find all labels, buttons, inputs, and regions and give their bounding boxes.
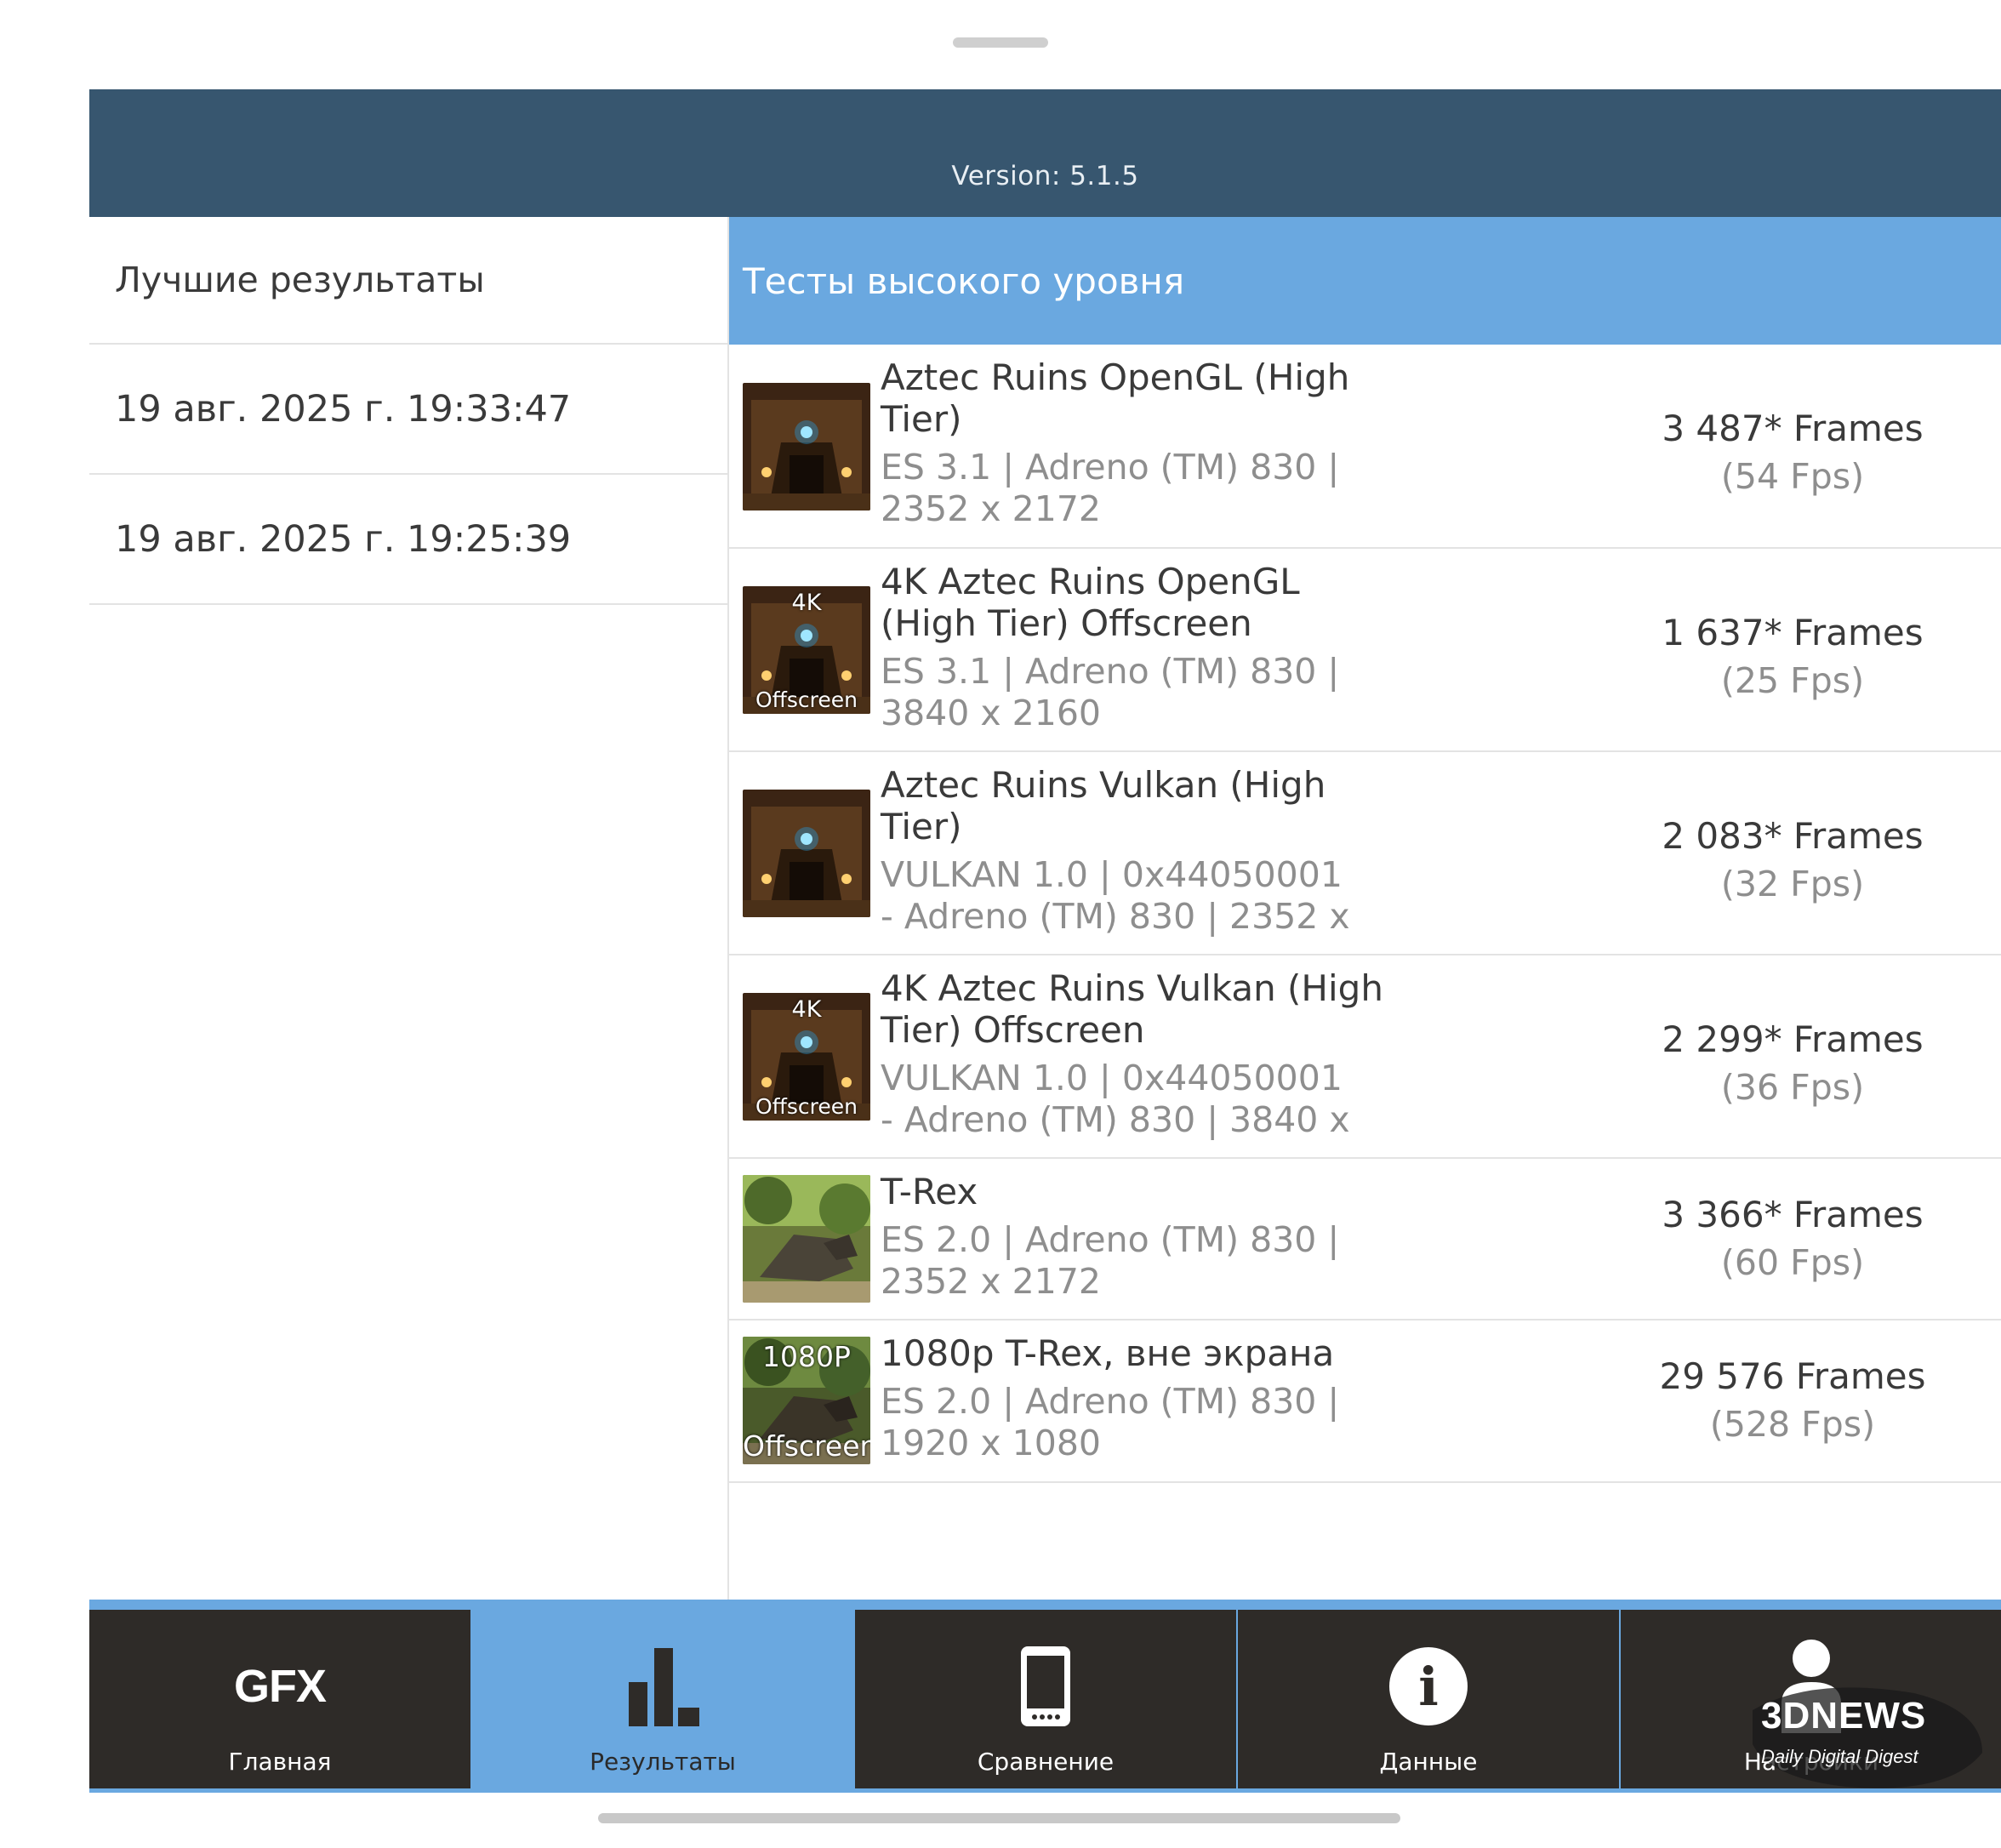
test-info: 1080p T-Rex, вне экрана ES 2.0 | Adreno … bbox=[881, 1332, 1408, 1464]
test-name: Aztec Ruins OpenGL (High Tier) bbox=[881, 356, 1350, 440]
aztec-thumbnail-icon bbox=[743, 383, 870, 510]
bar-chart-icon bbox=[472, 1644, 853, 1729]
test-detail: ES 3.1 | Adreno (TM) 830 | 3840 x 2160 bbox=[881, 651, 1340, 733]
score-fps: (528 Fps) bbox=[1709, 1404, 1876, 1445]
nav-label: Сравнение bbox=[977, 1748, 1115, 1776]
test-score: 3 487* Frames (54 Fps) bbox=[1584, 404, 2001, 501]
score-frames: 1 637* Frames bbox=[1662, 612, 1924, 653]
score-fps: (60 Fps) bbox=[1720, 1242, 1865, 1283]
test-info: T-Rex ES 2.0 | Adreno (TM) 830 | 2352 x … bbox=[881, 1171, 1408, 1303]
test-score: 3 366* Frames (60 Fps) bbox=[1584, 1190, 2001, 1287]
result-session-item[interactable]: 19 авг. 2025 г. 19:33:47 bbox=[89, 345, 727, 475]
high-level-tests-header: Тесты высокого уровня bbox=[729, 217, 2001, 345]
test-name: 4K Aztec Ruins Vulkan (High Tier) Offscr… bbox=[881, 967, 1383, 1051]
test-info: Aztec Ruins Vulkan (High Tier) VULKAN 1.… bbox=[881, 764, 1408, 938]
test-score: 29 576 Frames (528 Fps) bbox=[1584, 1352, 2001, 1449]
bottom-home-indicator[interactable] bbox=[598, 1813, 1400, 1823]
test-detail: VULKAN 1.0 | 0x44050001 - Adreno (TM) 83… bbox=[881, 1058, 1350, 1140]
aztec-thumbnail-icon bbox=[743, 790, 870, 917]
score-frames: 3 487* Frames bbox=[1662, 408, 1924, 449]
score-frames: 3 366* Frames bbox=[1662, 1194, 1924, 1235]
nav-label: Главная bbox=[228, 1748, 332, 1776]
trex-offscreen-thumbnail-icon: 1080P Offscreen bbox=[743, 1337, 870, 1464]
score-fps: (25 Fps) bbox=[1720, 660, 1865, 701]
watermark-brand: 3DNEWS bbox=[1761, 1695, 1927, 1737]
nav-results[interactable]: Результаты bbox=[472, 1610, 853, 1788]
thumbnail-badge-top: 4K bbox=[791, 996, 822, 1023]
gfx-logo-icon: GFX bbox=[233, 1661, 327, 1712]
test-row-aztec-vulkan[interactable]: Aztec Ruins Vulkan (High Tier) VULKAN 1.… bbox=[729, 752, 2001, 955]
test-detail: ES 2.0 | Adreno (TM) 830 | 1920 x 1080 bbox=[881, 1381, 1340, 1463]
nav-home[interactable]: GFX Главная bbox=[89, 1610, 470, 1788]
score-fps: (54 Fps) bbox=[1720, 456, 1865, 497]
score-fps: (32 Fps) bbox=[1720, 864, 1865, 904]
score-frames: 2 083* Frames bbox=[1662, 815, 1924, 857]
nav-label: Данные bbox=[1379, 1748, 1478, 1776]
test-name: T-Rex bbox=[881, 1171, 978, 1212]
test-row-1080p-trex-offscreen[interactable]: 1080P Offscreen 1080p T-Rex, вне экрана … bbox=[729, 1320, 2001, 1483]
aztec-offscreen-thumbnail-icon: 4K Offscreen bbox=[743, 586, 870, 714]
result-session-item[interactable]: 19 авг. 2025 г. 19:25:39 bbox=[89, 475, 727, 605]
test-info: Aztec Ruins OpenGL (High Tier) ES 3.1 | … bbox=[881, 356, 1408, 530]
nav-label: Результаты bbox=[590, 1748, 736, 1776]
watermark-tagline: Daily Digital Digest bbox=[1761, 1746, 1918, 1767]
best-results-header[interactable]: Лучшие результаты bbox=[89, 217, 727, 345]
right-panel: Тесты высокого уровня Aztec Ruins OpenGL… bbox=[729, 217, 2001, 1689]
test-row-4k-aztec-opengl-offscreen[interactable]: 4K Offscreen 4K Aztec Ruins OpenGL (High… bbox=[729, 549, 2001, 752]
thumbnail-badge-bottom: Offscreen bbox=[743, 1429, 870, 1463]
test-row-aztec-opengl[interactable]: Aztec Ruins OpenGL (High Tier) ES 3.1 | … bbox=[729, 345, 2001, 549]
watermark-logo: 3DNEWS Daily Digital Digest bbox=[1744, 1676, 1991, 1804]
phone-icon bbox=[855, 1644, 1236, 1729]
test-detail: VULKAN 1.0 | 0x44050001 - Adreno (TM) 83… bbox=[881, 854, 1350, 937]
score-fps: (36 Fps) bbox=[1720, 1067, 1865, 1108]
app-window: Version: 5.1.5 Лучшие результаты 19 авг.… bbox=[89, 89, 2001, 1793]
test-row-4k-aztec-vulkan-offscreen[interactable]: 4K Offscreen 4K Aztec Ruins Vulkan (High… bbox=[729, 955, 2001, 1159]
test-name: 4K Aztec Ruins OpenGL (High Tier) Offscr… bbox=[881, 561, 1300, 644]
test-info: 4K Aztec Ruins OpenGL (High Tier) Offscr… bbox=[881, 561, 1408, 734]
top-drag-handle[interactable] bbox=[953, 37, 1048, 48]
svg-text:i: i bbox=[1418, 1656, 1439, 1718]
test-score: 1 637* Frames (25 Fps) bbox=[1584, 608, 2001, 705]
thumbnail-badge-top: 1080P bbox=[762, 1340, 851, 1373]
thumbnail-badge-bottom: Offscreen bbox=[755, 687, 858, 712]
test-name: 1080p T-Rex, вне экрана bbox=[881, 1332, 1335, 1374]
info-icon: i bbox=[1238, 1644, 1619, 1729]
score-frames: 29 576 Frames bbox=[1659, 1355, 1926, 1397]
thumbnail-badge-top: 4K bbox=[791, 590, 822, 616]
test-info: 4K Aztec Ruins Vulkan (High Tier) Offscr… bbox=[881, 967, 1408, 1141]
bottom-nav: GFX Главная Результаты Сравнение i Данны… bbox=[89, 1600, 2001, 1793]
nav-compare[interactable]: Сравнение bbox=[855, 1610, 1236, 1788]
trex-thumbnail-icon bbox=[743, 1175, 870, 1303]
aztec-offscreen-thumbnail-icon: 4K Offscreen bbox=[743, 993, 870, 1121]
left-panel: Лучшие результаты 19 авг. 2025 г. 19:33:… bbox=[89, 217, 729, 1689]
test-name: Aztec Ruins Vulkan (High Tier) bbox=[881, 764, 1326, 847]
test-score: 2 299* Frames (36 Fps) bbox=[1584, 1015, 2001, 1112]
test-detail: ES 3.1 | Adreno (TM) 830 | 2352 x 2172 bbox=[881, 447, 1340, 529]
test-detail: ES 2.0 | Adreno (TM) 830 | 2352 x 2172 bbox=[881, 1219, 1340, 1302]
version-label: Version: 5.1.5 bbox=[951, 161, 1139, 191]
test-row-trex[interactable]: T-Rex ES 2.0 | Adreno (TM) 830 | 2352 x … bbox=[729, 1159, 2001, 1320]
nav-data[interactable]: i Данные bbox=[1238, 1610, 1619, 1788]
test-score: 2 083* Frames (32 Fps) bbox=[1584, 812, 2001, 909]
score-frames: 2 299* Frames bbox=[1662, 1018, 1924, 1060]
app-header: Version: 5.1.5 bbox=[89, 89, 2001, 217]
thumbnail-badge-bottom: Offscreen bbox=[755, 1094, 858, 1119]
